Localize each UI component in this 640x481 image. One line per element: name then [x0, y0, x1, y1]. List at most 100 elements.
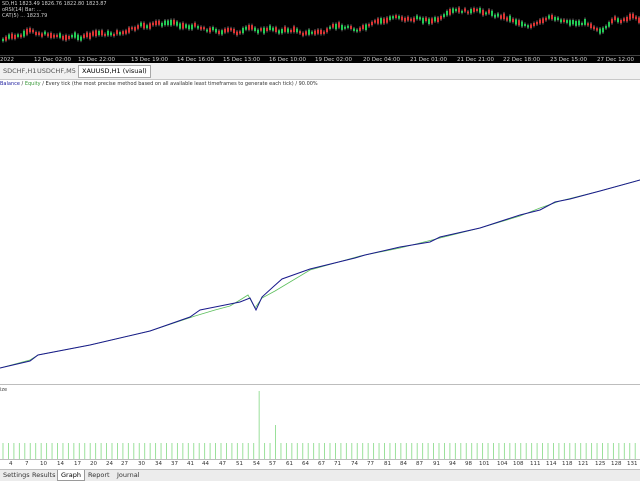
x-tick: 125	[595, 461, 606, 467]
candle-body	[347, 25, 349, 28]
candle-body	[524, 23, 526, 27]
deposit-load-bars	[2, 391, 636, 460]
x-tick: 128	[611, 461, 622, 467]
time-axis: 2022 12 Dec 02:00 12 Dec 22:00 13 Dec 19…	[0, 55, 640, 63]
x-tick: 84	[400, 461, 407, 467]
candle-body	[545, 17, 547, 21]
candle-body	[281, 28, 283, 34]
candle-body	[83, 34, 85, 38]
candle-body	[452, 8, 454, 13]
candle-body	[305, 31, 307, 35]
candle-body	[182, 22, 184, 29]
x-tick: 20	[90, 461, 97, 467]
tab-report[interactable]: Report	[85, 470, 113, 480]
candle-body	[593, 26, 595, 30]
x-tick: 77	[367, 461, 374, 467]
candle-body	[371, 21, 373, 26]
candle-body	[170, 19, 172, 26]
tester-tabs: Settings Results Graph Report Journal	[0, 469, 640, 481]
candle-body	[317, 29, 319, 34]
x-tick: 81	[384, 461, 391, 467]
candle-body	[284, 26, 286, 32]
candle-body	[146, 25, 148, 29]
candle-body	[431, 18, 433, 24]
candle-body	[50, 32, 52, 38]
candle-body	[143, 22, 145, 29]
candle-body	[113, 33, 115, 37]
candle-body	[212, 27, 214, 31]
candle-body	[575, 21, 577, 26]
candle-body	[620, 19, 622, 24]
candle-body	[539, 19, 541, 24]
candle-body	[236, 31, 238, 36]
balance-equity-graph	[0, 179, 640, 369]
candle-body	[92, 31, 94, 36]
candle-body	[416, 15, 418, 20]
candle-body	[344, 26, 346, 29]
candle-body	[458, 7, 460, 13]
candle-body	[488, 9, 490, 14]
candle-body	[569, 20, 571, 26]
candle-body	[200, 26, 202, 30]
candle-body	[86, 32, 88, 38]
candle-body	[203, 27, 205, 30]
candle-body	[446, 10, 448, 16]
ohlc-line-3: CAT(5) ... 1823.79	[2, 13, 48, 19]
price-chart[interactable]: SD,H1 1823.49 1826.76 1822.80 1823.87 oR…	[0, 0, 640, 63]
tab-graph[interactable]: Graph	[57, 470, 85, 481]
candle-body	[110, 32, 112, 36]
candle-body	[413, 17, 415, 22]
deposit-load-panel: ize	[0, 384, 640, 461]
candle-body	[440, 15, 442, 20]
tab-journal[interactable]: Journal	[114, 470, 142, 480]
x-tick: 47	[219, 461, 226, 467]
candle-body	[74, 32, 76, 38]
candle-body	[476, 8, 478, 12]
candle-body	[518, 20, 520, 26]
candle-body	[296, 28, 298, 33]
candle-body	[590, 23, 592, 29]
candle-body	[368, 24, 370, 27]
candle-body	[329, 26, 331, 29]
candle-body	[119, 32, 121, 35]
candle-body	[611, 18, 613, 24]
candle-body	[626, 16, 628, 22]
candle-body	[2, 38, 4, 42]
candle-body	[8, 34, 10, 39]
candle-body	[605, 25, 607, 29]
candle-body	[197, 25, 199, 29]
tab-settings[interactable]: Settings	[0, 470, 33, 480]
candle-body	[32, 29, 34, 33]
x-tick: 118	[562, 461, 573, 467]
candle-body	[512, 18, 514, 23]
candle-body	[527, 25, 529, 28]
candle-body	[419, 17, 421, 20]
x-tick: 4	[9, 461, 13, 467]
candle-body	[635, 16, 637, 20]
candle-body	[482, 9, 484, 16]
candle-body	[542, 18, 544, 24]
candle-body	[374, 20, 376, 23]
tab-usdchf-m5[interactable]: USDCHF,M5	[34, 66, 79, 77]
candle-body	[332, 23, 334, 28]
candle-body	[230, 28, 232, 31]
tab-results[interactable]: Results	[29, 470, 58, 480]
candle-body	[218, 30, 220, 35]
candle-body	[254, 27, 256, 32]
x-tick: 41	[187, 461, 194, 467]
candle-body	[335, 23, 337, 30]
candle-body	[632, 13, 634, 19]
candle-body	[356, 29, 358, 32]
candle-body	[23, 30, 25, 37]
candle-body	[578, 20, 580, 26]
candle-body	[56, 34, 58, 38]
candle-body	[14, 34, 16, 39]
candle-body	[398, 15, 400, 19]
candle-body	[533, 22, 535, 26]
candle-body	[125, 30, 127, 34]
candle-body	[185, 24, 187, 28]
tab-xauusd-h1-visual[interactable]: XAUUSD,H1 (visual)	[78, 65, 151, 78]
candle-body	[107, 30, 109, 36]
x-tick: 24	[106, 461, 113, 467]
candle-body	[494, 14, 496, 18]
